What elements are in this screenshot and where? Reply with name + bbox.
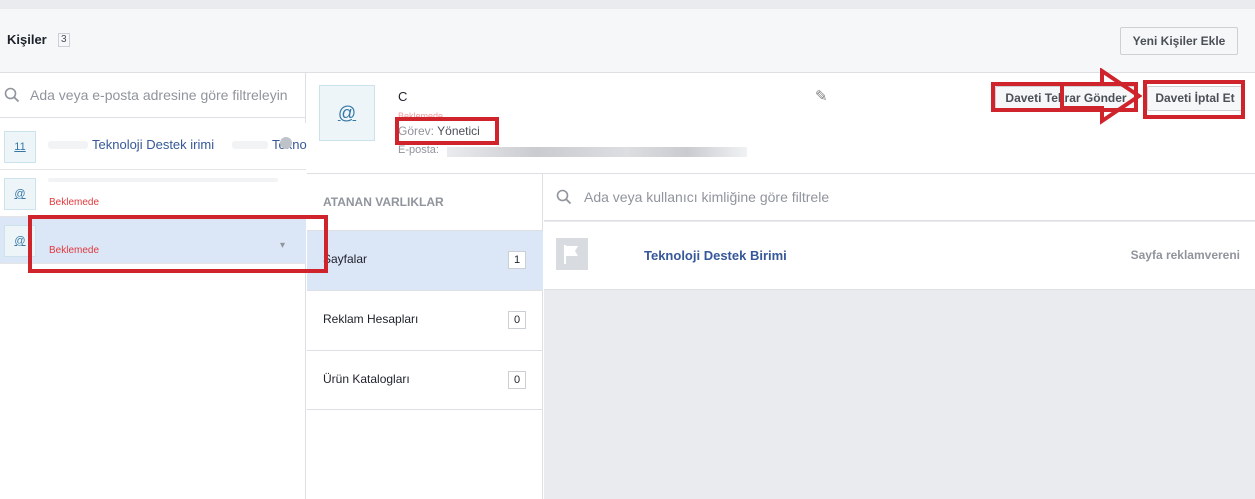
people-list-panel: 11 Teknoloji Destek irimi Tekno @ Beklem… — [0, 73, 307, 499]
tab-label: Sayfalar — [323, 252, 368, 266]
list-item[interactable]: @ Beklemede — [0, 170, 306, 217]
asset-search — [544, 174, 1255, 221]
list-item[interactable]: 11 Teknoloji Destek irimi Tekno — [0, 123, 307, 170]
pencil-icon[interactable]: ✎ — [815, 87, 828, 105]
flag-icon — [556, 238, 588, 270]
tab-label: Reklam Hesapları — [323, 312, 419, 326]
page-role: Sayfa reklamvereni — [1130, 248, 1240, 262]
tab-ad-accounts[interactable]: Reklam Hesapları 0 — [307, 290, 543, 350]
assets-heading: ATANAN VARLIKLAR — [323, 195, 444, 209]
redacted-email — [447, 147, 747, 157]
redacted-text — [232, 141, 268, 149]
people-count-badge: 3 — [58, 33, 70, 47]
person-name: Teknoloji Destek irimi — [92, 137, 215, 152]
gear-icon[interactable] — [280, 137, 292, 149]
tab-count: 1 — [508, 251, 526, 269]
people-search-input[interactable] — [30, 81, 300, 109]
annotation-box — [28, 215, 328, 273]
status-badge: Beklemede — [49, 197, 100, 208]
page-header: Kişiler 3 Yeni Kişiler Ekle — [0, 9, 1255, 73]
top-strip — [0, 0, 1255, 9]
annotation-box — [395, 117, 499, 145]
person-name: C — [398, 89, 408, 104]
people-search — [0, 73, 306, 118]
avatar: @ — [319, 85, 375, 141]
tab-count: 0 — [508, 311, 526, 329]
table-row[interactable]: Teknoloji Destek Birimi Sayfa reklamvere… — [544, 222, 1255, 290]
assigned-assets-panel: ATANAN VARLIKLAR Sayfalar 1 Reklam Hesap… — [307, 174, 543, 499]
tab-product-catalogs[interactable]: Ürün Katalogları 0 — [307, 350, 543, 410]
avatar: 11 — [4, 131, 36, 163]
page-name[interactable]: Teknoloji Destek Birimi — [644, 248, 787, 263]
tab-count: 0 — [508, 371, 526, 389]
tab-label: Ürün Katalogları — [323, 372, 410, 386]
avatar: @ — [4, 178, 36, 210]
email-label: E-posta: — [398, 144, 439, 156]
annotation-box — [1143, 80, 1245, 119]
assets-content: Teknoloji Destek Birimi Sayfa reklamvere… — [544, 174, 1255, 499]
redacted-text — [48, 141, 88, 149]
asset-search-input[interactable] — [584, 184, 1184, 210]
page-title: Kişiler — [7, 32, 47, 47]
arrow-right-icon — [1060, 68, 1142, 125]
add-people-button[interactable]: Yeni Kişiler Ekle — [1120, 27, 1238, 55]
search-icon — [4, 87, 20, 103]
tab-pages[interactable]: Sayfalar 1 — [307, 230, 543, 290]
search-icon — [556, 189, 572, 205]
redacted-text — [48, 178, 278, 182]
